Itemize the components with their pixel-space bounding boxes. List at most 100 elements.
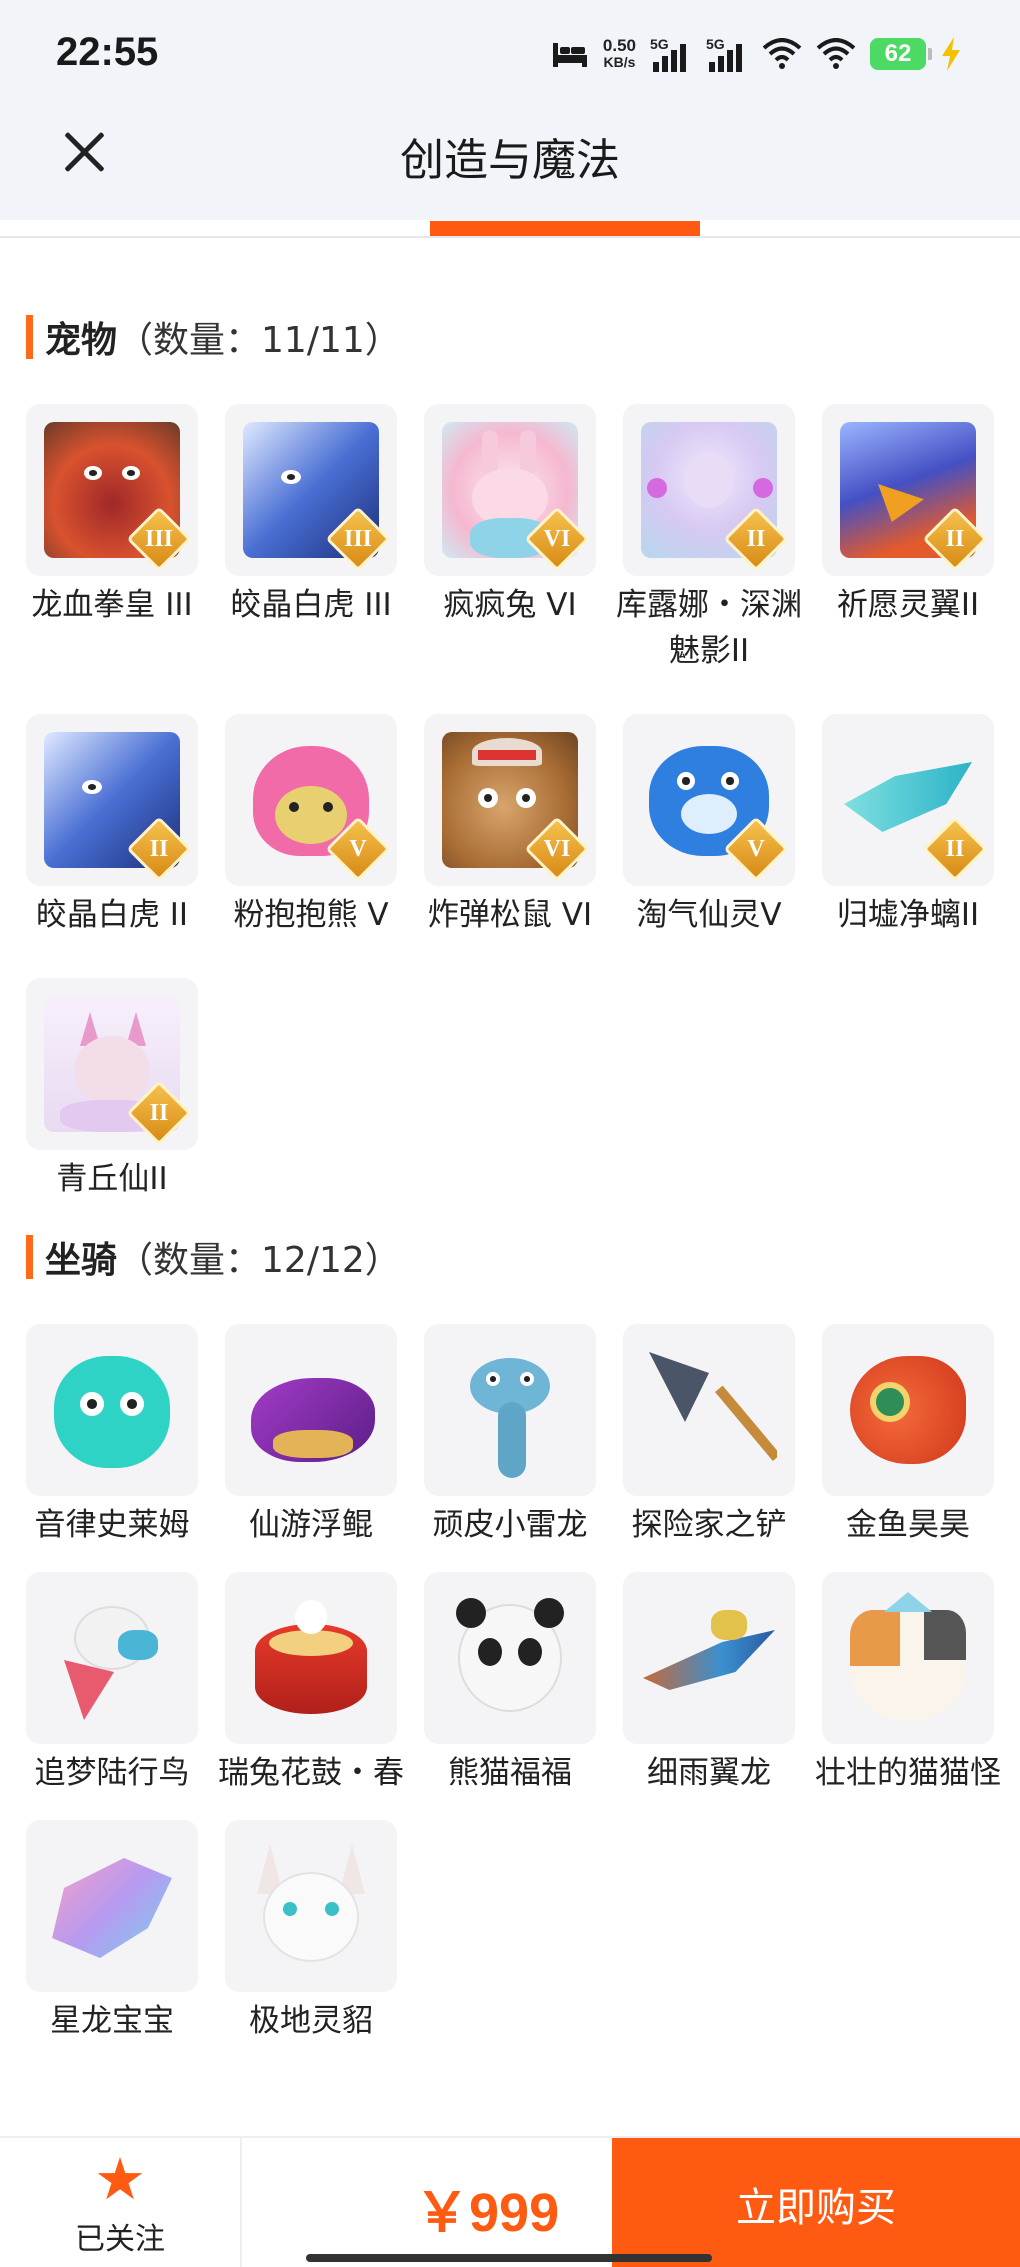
section-title: 坐骑 xyxy=(45,1240,118,1281)
pet-thumbnail: III xyxy=(225,404,397,576)
mount-label: 顽皮小雷龙 xyxy=(432,1507,588,1543)
pet-thumbnail: II xyxy=(822,714,994,886)
charging-icon xyxy=(942,37,960,71)
mount-thumbnail xyxy=(26,1820,198,1992)
pet-label: 库露娜・深渊魅影II xyxy=(616,587,802,669)
mount-item[interactable]: 音律史莱姆 xyxy=(26,1324,198,1548)
mount-grid: 音律史莱姆 仙游浮鲲 顽皮小雷龙 探险家之铲 金鱼昊昊 追梦陆行鸟 瑞兔花鼓・春… xyxy=(26,1324,1001,2044)
pet-item[interactable]: III 皎晶白虎 III xyxy=(225,404,397,674)
mount-thumbnail xyxy=(26,1572,198,1744)
star-icon: ★ xyxy=(94,2144,146,2213)
pet-label: 龙血拳皇 III xyxy=(31,587,193,623)
pet-label: 淘气仙灵V xyxy=(636,897,782,933)
pet-thumbnail: II xyxy=(26,978,198,1150)
mount-image xyxy=(243,1590,379,1726)
mount-item[interactable]: 探险家之铲 xyxy=(623,1324,795,1548)
pet-label: 粉抱抱熊 V xyxy=(233,897,389,933)
section-header-pets: 宠物 （数量：11/11） xyxy=(26,314,401,361)
status-icons: 0.50 KB/s 5G 5G 62 xyxy=(551,32,962,76)
pet-item[interactable]: II 皎晶白虎 II xyxy=(26,714,198,938)
pet-label: 皎晶白虎 III xyxy=(230,587,392,623)
wifi-icon-2 xyxy=(816,38,856,69)
mount-image xyxy=(840,1590,976,1726)
pet-thumbnail: V xyxy=(623,714,795,886)
pet-item[interactable]: V 粉抱抱熊 V xyxy=(225,714,397,938)
buy-now-button[interactable]: 立即购买 xyxy=(612,2138,1020,2267)
divider xyxy=(0,236,1020,238)
pet-thumbnail: VI xyxy=(424,404,596,576)
pet-item[interactable]: VI 炸弹松鼠 VI xyxy=(424,714,596,938)
mount-thumbnail xyxy=(225,1572,397,1744)
pet-label: 祈愿灵翼II xyxy=(836,587,980,623)
mount-image xyxy=(641,1590,777,1726)
app-header: 创造与魔法 xyxy=(0,110,1020,220)
mount-item[interactable]: 熊猫福福 xyxy=(424,1572,596,1796)
follow-label: 已关注 xyxy=(75,2221,165,2257)
mount-thumbnail xyxy=(225,1820,397,1992)
mount-item[interactable]: 金鱼昊昊 xyxy=(822,1324,994,1548)
pet-item[interactable]: V 淘气仙灵V xyxy=(623,714,795,938)
mount-image xyxy=(44,1590,180,1726)
mount-image xyxy=(44,1838,180,1974)
mount-thumbnail xyxy=(26,1324,198,1496)
mount-image xyxy=(442,1342,578,1478)
mount-item[interactable]: 瑞兔花鼓・春 xyxy=(218,1572,404,1796)
mount-image xyxy=(44,1342,180,1478)
signal-1-icon: 5G xyxy=(650,36,692,72)
mount-label: 极地灵貂 xyxy=(249,2003,373,2039)
mount-thumbnail xyxy=(424,1324,596,1496)
section-count: （数量：12/12） xyxy=(117,1240,401,1281)
mount-thumbnail xyxy=(225,1324,397,1496)
clock: 22:55 xyxy=(56,30,159,74)
pet-grid: III 龙血拳皇 III III 皎晶白虎 III VI 疯疯兔 VI II 库… xyxy=(26,404,996,1202)
mount-thumbnail xyxy=(623,1324,795,1496)
mount-image xyxy=(243,1342,379,1478)
bottom-action-bar: ★ 已关注 ￥999 立即购买 xyxy=(0,2136,1020,2267)
pet-item[interactable]: II 青丘仙II xyxy=(26,978,198,1202)
mount-item[interactable]: 壮壮的猫猫怪 xyxy=(815,1572,1001,1796)
pet-item[interactable]: II 归墟净螭II xyxy=(822,714,994,938)
mount-item[interactable]: 星龙宝宝 xyxy=(26,1820,198,2044)
mount-item[interactable]: 极地灵貂 xyxy=(225,1820,397,2044)
mount-label: 金鱼昊昊 xyxy=(846,1507,970,1543)
mount-thumbnail xyxy=(822,1572,994,1744)
mount-label: 壮壮的猫猫怪 xyxy=(815,1755,1001,1791)
pet-thumbnail: II xyxy=(623,404,795,576)
mount-label: 探险家之铲 xyxy=(631,1507,787,1543)
pet-item[interactable]: III 龙血拳皇 III xyxy=(26,404,198,674)
pet-item[interactable]: II 库露娜・深渊魅影II xyxy=(616,404,802,674)
bed-icon xyxy=(552,43,587,67)
mount-image xyxy=(641,1342,777,1478)
mount-item[interactable]: 顽皮小雷龙 xyxy=(424,1324,596,1548)
pet-item[interactable]: VI 疯疯兔 VI xyxy=(424,404,596,674)
pet-label: 青丘仙II xyxy=(56,1161,168,1197)
mount-label: 星龙宝宝 xyxy=(50,2003,174,2039)
section-accent-bar xyxy=(26,1235,33,1279)
price: ￥999 xyxy=(415,2183,560,2243)
mount-image xyxy=(840,1342,976,1478)
pet-item[interactable]: II 祈愿灵翼II xyxy=(822,404,994,674)
mount-label: 熊猫福福 xyxy=(448,1755,572,1791)
follow-button[interactable]: ★ 已关注 xyxy=(0,2138,242,2267)
section-accent-bar xyxy=(26,315,33,359)
tab-indicator xyxy=(430,221,700,237)
mount-label: 音律史莱姆 xyxy=(34,1507,190,1543)
pet-thumbnail: III xyxy=(26,404,198,576)
mount-image xyxy=(442,1590,578,1726)
pet-label: 炸弹松鼠 VI xyxy=(427,897,593,933)
mount-image xyxy=(243,1838,379,1974)
page-title: 创造与魔法 xyxy=(400,135,620,186)
home-indicator[interactable] xyxy=(306,2254,712,2262)
pet-label: 归墟净螭II xyxy=(836,897,980,933)
battery-icon: 62 xyxy=(870,38,932,70)
pet-thumbnail: II xyxy=(26,714,198,886)
section-title: 宠物 xyxy=(45,320,118,361)
section-header-mounts: 坐骑 （数量：12/12） xyxy=(26,1234,401,1281)
mount-label: 仙游浮鲲 xyxy=(249,1507,373,1543)
mount-thumbnail xyxy=(623,1572,795,1744)
pet-label: 皎晶白虎 II xyxy=(35,897,189,933)
mount-thumbnail xyxy=(822,1324,994,1496)
mount-item[interactable]: 追梦陆行鸟 xyxy=(26,1572,198,1796)
mount-item[interactable]: 细雨翼龙 xyxy=(623,1572,795,1796)
mount-item[interactable]: 仙游浮鲲 xyxy=(225,1324,397,1548)
